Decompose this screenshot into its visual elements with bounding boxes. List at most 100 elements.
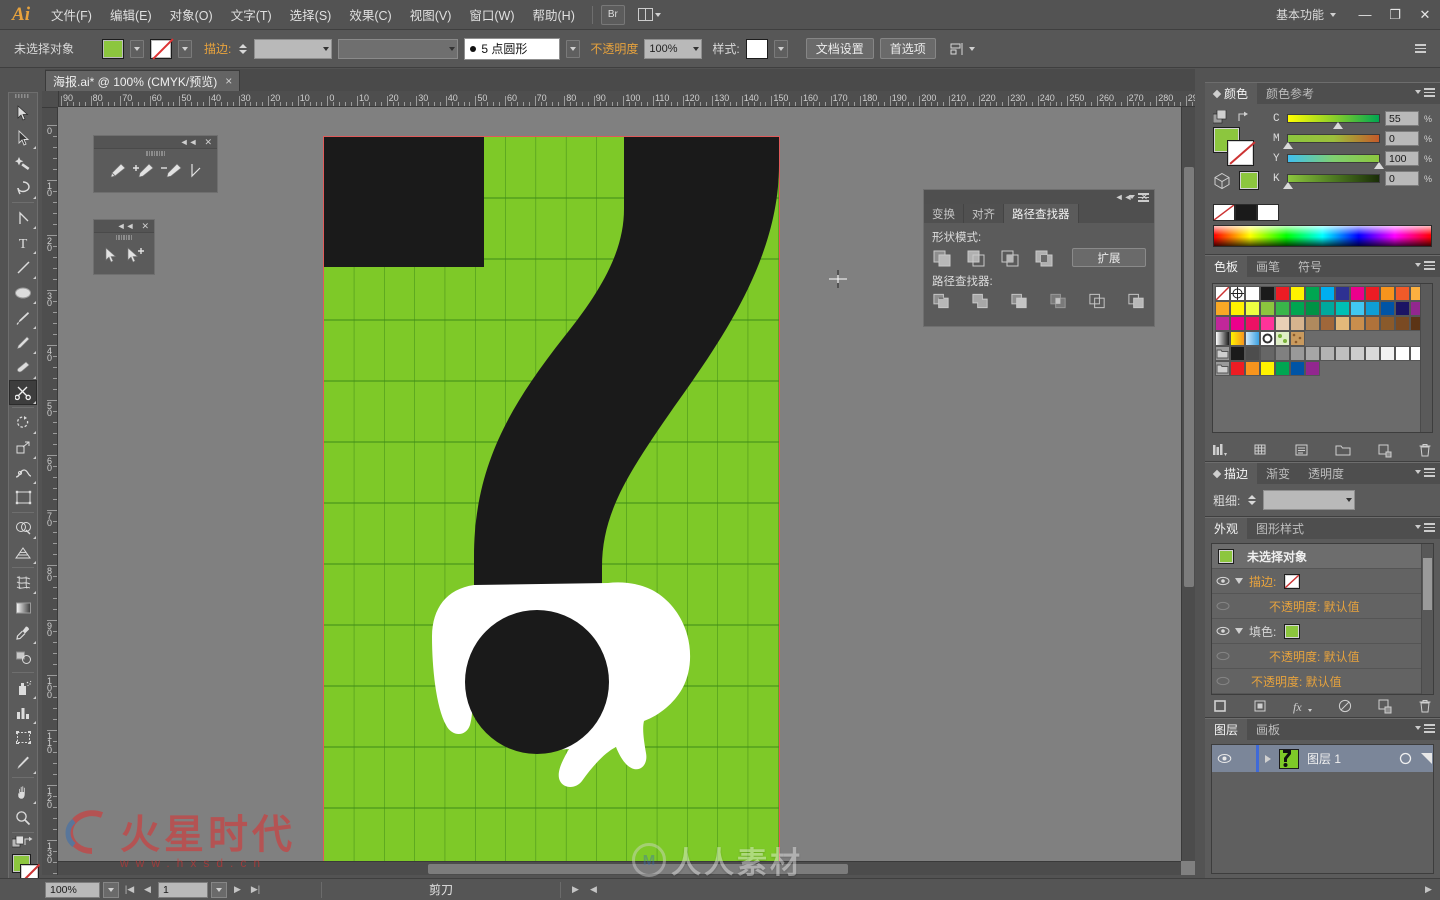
swatch-cell[interactable] [1365,301,1380,316]
opacity-input[interactable]: 100% [644,38,703,59]
selection-tools-tearoff[interactable]: ◄◄ ✕ [93,219,155,275]
style-dropdown-icon[interactable] [773,39,788,58]
status-expand-button[interactable]: ▶ [568,882,583,898]
swatch-cell[interactable] [1275,346,1290,361]
swatch-cell[interactable] [1230,361,1245,376]
close-tab-icon[interactable]: × [225,74,232,88]
align-dropdown[interactable] [950,42,975,56]
swatch-cell[interactable] [1245,301,1260,316]
visibility-eye-icon-dim-2[interactable] [1214,651,1231,661]
document-setup-button[interactable]: 文档设置 [805,38,874,59]
convert-anchor-point-icon[interactable] [189,162,204,179]
swatch-cell[interactable] [1260,316,1275,331]
appearance-scrollbar[interactable] [1421,544,1433,694]
pencil-tool[interactable] [9,330,37,355]
tab-align[interactable]: 对齐 [964,204,1004,223]
preferences-button[interactable]: 首选项 [879,38,936,59]
color-slider-track[interactable] [1287,154,1384,169]
direct-selection-icon[interactable] [103,246,119,264]
swatch-cell[interactable] [1215,316,1230,331]
scrollbar-thumb[interactable] [1184,167,1194,587]
layer-name[interactable]: 图层 1 [1307,750,1341,767]
panel-options-icon[interactable] [1409,44,1432,53]
color-slider-track[interactable] [1283,134,1380,149]
delete-item-icon[interactable] [1416,698,1434,714]
next-page-button[interactable]: ▶ [230,882,245,898]
swatch-cell[interactable] [1245,361,1260,376]
rotate-tool[interactable] [9,410,37,435]
color-slider-y[interactable]: Y 100% [1273,150,1432,169]
column-graph-tool[interactable] [9,700,37,725]
variable-width-profile-dropdown[interactable] [338,38,459,59]
swatch-cell[interactable] [1395,301,1410,316]
tearoff-titlebar-2[interactable]: ◄◄ ✕ [94,220,154,233]
symbol-sprayer-tool[interactable] [9,675,37,700]
close-button[interactable]: ✕ [1410,4,1440,26]
ruler-origin-box[interactable] [42,91,59,108]
black-swatch[interactable] [1235,204,1257,221]
swatches-panel-menu[interactable] [1415,261,1435,270]
tab-color-guide[interactable]: 颜色参考 [1257,83,1324,104]
swatch-cell[interactable] [1350,301,1365,316]
swatch-cell[interactable] [1350,346,1365,361]
layer-target-icon[interactable] [1391,745,1419,772]
swatch-gradient-yellow-orange[interactable] [1230,331,1245,346]
tearoff-titlebar[interactable]: ◄◄ ✕ [94,136,217,149]
swatch-cell[interactable] [1275,286,1290,301]
arrange-documents-icon[interactable] [635,5,665,25]
intersect-icon[interactable] [1000,249,1020,267]
zoom-tool[interactable] [9,805,37,830]
swatch-cell[interactable] [1395,286,1410,301]
visibility-eye-icon[interactable] [1214,576,1231,586]
new-color-group-icon[interactable] [1334,442,1352,458]
swatch-cell[interactable] [1350,316,1365,331]
color-slider-track[interactable] [1287,114,1380,129]
swatch-cell[interactable] [1335,346,1350,361]
menu-help[interactable]: 帮助(H) [524,2,584,27]
go-to-bridge-icon[interactable]: Br [600,4,625,25]
tab-layers[interactable]: 图层 [1205,719,1248,740]
menu-effect[interactable]: 效果(C) [340,2,400,27]
artboard-tool[interactable] [9,725,37,750]
swatch-gradient-blue-white[interactable] [1245,331,1260,346]
color-slider-knob[interactable] [1283,182,1293,189]
swatch-cell[interactable] [1260,301,1275,316]
swatch-gradient-white-black[interactable] [1215,331,1230,346]
fill-color-swatch[interactable] [102,38,124,59]
collapse-icon[interactable]: ◄◄ [117,221,135,231]
gradient-tool[interactable] [9,595,37,620]
page-number-input[interactable]: 1 [158,881,208,898]
stroke-panel-menu[interactable] [1415,468,1435,477]
add-effect-icon[interactable]: fx [1291,698,1315,714]
delete-swatch-icon[interactable] [1416,442,1434,458]
stroke-color-swatch[interactable] [150,38,172,59]
appearance-fill-swatch[interactable] [1284,623,1301,639]
color-value-input[interactable]: 55 [1385,111,1419,126]
layers-list[interactable]: 图层 1 [1211,744,1434,874]
tab-graphic-styles[interactable]: 图形样式 [1247,518,1314,539]
color-slider-k[interactable]: K 0% [1273,170,1432,189]
outline-icon[interactable] [1088,292,1107,310]
appearance-stroke-opacity-row[interactable]: 不透明度: 默认值 [1212,594,1433,619]
swatch-cell[interactable] [1290,361,1305,376]
minimize-button[interactable]: — [1350,4,1380,26]
color-slider-c[interactable]: C 55% [1273,110,1432,129]
pen-tool[interactable] [9,205,37,230]
fill-dropdown-icon[interactable] [130,39,144,58]
ellipse-tool[interactable] [9,280,37,305]
appearance-fill-opacity-row[interactable]: 不透明度: 默认值 [1212,644,1433,669]
swatch-cell[interactable] [1305,301,1320,316]
tab-appearance[interactable]: 外观 [1205,518,1248,539]
color-spectrum-ramp[interactable] [1213,225,1432,247]
lasso-tool[interactable] [9,175,37,200]
toolbox-grip[interactable] [9,93,37,100]
stroke-weight-panel-stepper[interactable] [1246,490,1257,510]
zoom-dropdown-icon[interactable] [103,881,119,898]
white-swatch[interactable] [1257,204,1279,221]
tearoff-grip-2[interactable] [94,233,154,242]
color-value-input[interactable]: 0 [1385,131,1419,146]
brush-dropdown-icon[interactable] [566,39,581,58]
swatch-cell[interactable] [1395,346,1410,361]
tab-transparency[interactable]: 透明度 [1299,463,1354,484]
shape-builder-tool[interactable] [9,515,37,540]
